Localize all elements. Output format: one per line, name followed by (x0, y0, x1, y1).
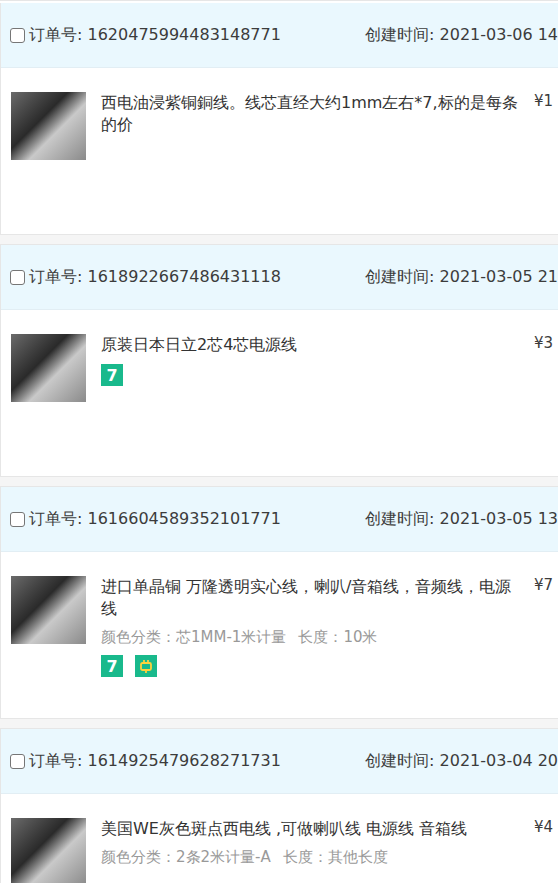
order-checkbox[interactable] (10, 754, 25, 769)
order-checkbox[interactable] (10, 512, 25, 527)
order-number: 订单号: 1620475994483148771 (29, 25, 281, 46)
product-thumbnail[interactable] (11, 818, 86, 883)
order-card: 订单号: 1618922667486431118 创建时间: 2021-03-05… (0, 245, 558, 477)
order-checkbox[interactable] (10, 28, 25, 43)
order-gap (0, 235, 558, 245)
created-time: 创建时间: 2021-03-05 13 (357, 509, 558, 530)
order-header: 订单号: 1616604589352101771 创建时间: 2021-03-05… (1, 487, 558, 552)
order-header: 订单号: 1614925479628271731 创建时间: 2021-03-04… (1, 729, 558, 794)
created-time: 创建时间: 2021-03-06 14 (357, 25, 558, 46)
order-body: 西电油浸紫铜銅线。线芯直经大约1mm左右*7,标的是每条的价 ¥1 (1, 68, 558, 234)
created-time: 创建时间: 2021-03-05 21 (357, 267, 558, 288)
order-body: 原装日本日立2芯4芯电源线 7 ¥3 (1, 310, 558, 476)
return-badge: 7 (101, 655, 123, 677)
product-title[interactable]: 原装日本日立2芯4芯电源线 (101, 334, 519, 356)
product-title[interactable]: 西电油浸紫铜銅线。线芯直经大约1mm左右*7,标的是每条的价 (101, 92, 519, 136)
product-thumbnail[interactable] (11, 576, 86, 644)
order-number: 订单号: 1616604589352101771 (29, 509, 281, 530)
product-title[interactable]: 美国WE灰色斑点西电线 ,可做喇叭线 电源线 音箱线 (101, 818, 519, 840)
order-card: 订单号: 1614925479628271731 创建时间: 2021-03-04… (0, 729, 558, 883)
order-gap (0, 719, 558, 729)
product-price: ¥1 (534, 92, 558, 110)
product-thumbnail[interactable] (11, 92, 86, 160)
product-price: ¥3 (534, 334, 558, 352)
order-number: 订单号: 1618922667486431118 (29, 267, 281, 288)
order-body: 进口单晶铜 万隆透明实心线，喇叭/音箱线，音频线，电源线颜色分类：芯1MM-1米… (1, 552, 558, 718)
order-card: 订单号: 1620475994483148771 创建时间: 2021-03-06… (0, 3, 558, 235)
order-header: 订单号: 1620475994483148771 创建时间: 2021-03-06… (1, 3, 558, 68)
order-card: 订单号: 1616604589352101771 创建时间: 2021-03-05… (0, 487, 558, 719)
order-body: 美国WE灰色斑点西电线 ,可做喇叭线 电源线 音箱线颜色分类：2条2米计量-A长… (1, 794, 558, 883)
plug-icon (138, 658, 154, 674)
product-price: ¥7 (534, 576, 558, 594)
product-attrs: 颜色分类：芯1MM-1米计量长度：10米 (101, 628, 519, 647)
order-list: 订单号: 1620475994483148771 创建时间: 2021-03-06… (0, 0, 558, 883)
order-checkbox[interactable] (10, 270, 25, 285)
product-price: ¥4 (534, 818, 558, 836)
order-header: 订单号: 1618922667486431118 创建时间: 2021-03-05… (1, 245, 558, 310)
service-badge (135, 655, 157, 677)
order-number: 订单号: 1614925479628271731 (29, 751, 281, 772)
return-badge: 7 (101, 364, 123, 386)
product-attrs: 颜色分类：2条2米计量-A长度：其他长度 (101, 848, 519, 867)
order-gap (0, 477, 558, 487)
product-title[interactable]: 进口单晶铜 万隆透明实心线，喇叭/音箱线，音频线，电源线 (101, 576, 519, 620)
product-thumbnail[interactable] (11, 334, 86, 402)
created-time: 创建时间: 2021-03-04 20 (357, 751, 558, 772)
